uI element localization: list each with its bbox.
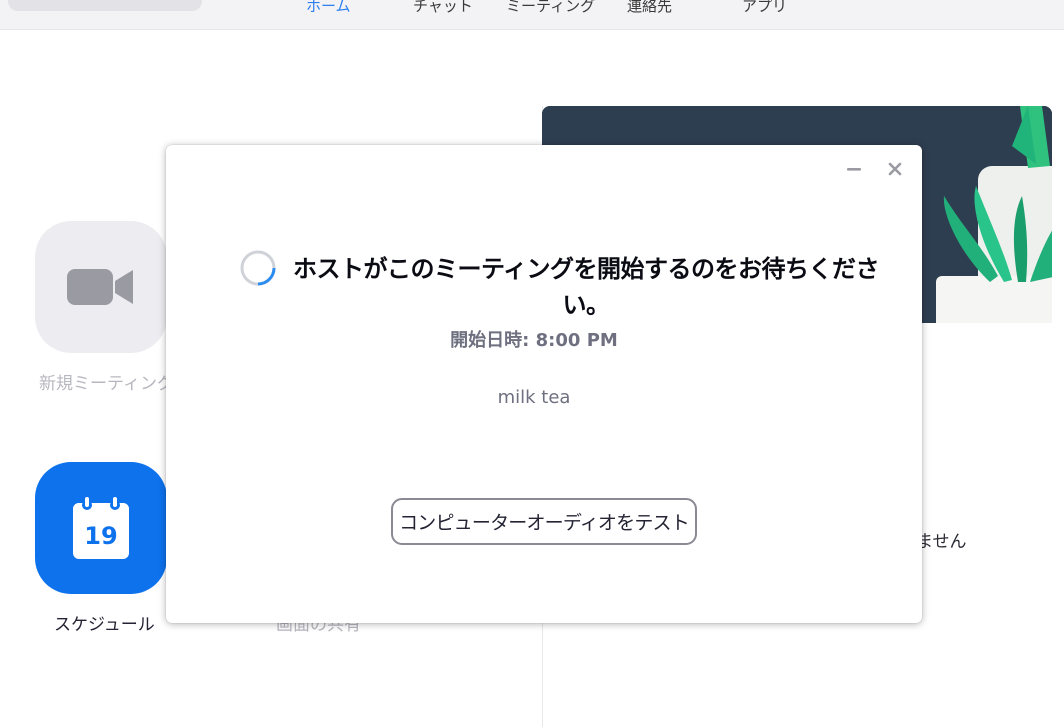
waiting-for-host-dialog: ホストがこのミーティングを開始するのをお待ちください。 開始日時: 8:00 P… bbox=[166, 145, 922, 623]
close-icon bbox=[888, 162, 902, 176]
close-button[interactable] bbox=[885, 159, 905, 179]
tab-contacts[interactable]: 連絡先 bbox=[627, 0, 672, 16]
minimize-icon bbox=[847, 168, 861, 171]
new-meeting-button[interactable] bbox=[35, 221, 167, 353]
tab-chat[interactable]: チャット bbox=[413, 0, 473, 16]
start-time-label: 開始日時: bbox=[450, 330, 530, 351]
schedule-button[interactable]: 19 bbox=[35, 462, 167, 594]
loading-spinner-icon bbox=[240, 250, 276, 286]
new-meeting-label: 新規ミーティング bbox=[39, 374, 174, 394]
calendar-icon: 19 bbox=[73, 497, 129, 559]
no-upcoming-meetings-text: ません bbox=[916, 532, 967, 552]
wait-for-host-message: ホストがこのミーティングを開始するのをお待ちください。 bbox=[292, 255, 880, 319]
start-time-value: 8:00 PM bbox=[535, 330, 618, 351]
calendar-day-number: 19 bbox=[84, 522, 117, 550]
tab-meetings[interactable]: ミーティング bbox=[506, 0, 595, 16]
test-computer-audio-button[interactable]: コンピューターオーディオをテスト bbox=[391, 498, 697, 545]
video-camera-icon bbox=[67, 269, 133, 305]
top-nav-bar: ホーム チャット ミーティング 連絡先 アプリ bbox=[0, 0, 1064, 30]
start-time-row: 開始日時: 8:00 PM bbox=[166, 329, 902, 353]
tab-home[interactable]: ホーム bbox=[306, 0, 351, 16]
meeting-topic: milk tea bbox=[497, 387, 571, 408]
tab-apps[interactable]: アプリ bbox=[742, 0, 787, 16]
minimize-button[interactable] bbox=[844, 159, 864, 179]
schedule-label: スケジュール bbox=[54, 615, 155, 635]
search-box[interactable] bbox=[8, 0, 202, 11]
